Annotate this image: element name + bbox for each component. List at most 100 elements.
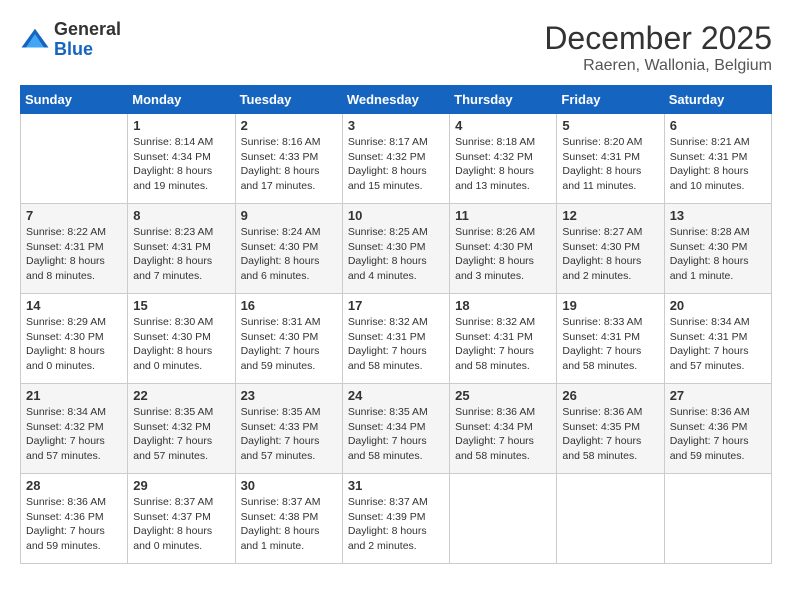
calendar-table: SundayMondayTuesdayWednesdayThursdayFrid…: [20, 85, 772, 564]
day-number: 4: [455, 118, 551, 133]
day-info: Sunrise: 8:17 AM Sunset: 4:32 PM Dayligh…: [348, 135, 444, 194]
weekday-header: Wednesday: [342, 86, 449, 114]
day-number: 29: [133, 478, 229, 493]
day-number: 6: [670, 118, 766, 133]
calendar-cell: 9Sunrise: 8:24 AM Sunset: 4:30 PM Daylig…: [235, 204, 342, 294]
logo-general-text: General: [54, 20, 121, 40]
day-info: Sunrise: 8:25 AM Sunset: 4:30 PM Dayligh…: [348, 225, 444, 284]
day-info: Sunrise: 8:26 AM Sunset: 4:30 PM Dayligh…: [455, 225, 551, 284]
calendar-cell: 2Sunrise: 8:16 AM Sunset: 4:33 PM Daylig…: [235, 114, 342, 204]
day-number: 25: [455, 388, 551, 403]
calendar-week-row: 28 Sunrise: 8:36 AM Sunset: 4:36 PM Dayli…: [21, 474, 772, 564]
day-info: Sunrise: 8:14 AM Sunset: 4:34 PM Dayligh…: [133, 135, 229, 194]
day-info: Sunrise: 8:30 AM Sunset: 4:30 PM Dayligh…: [133, 315, 229, 374]
day-info: Sunrise: 8:28 AM Sunset: 4:30 PM Dayligh…: [670, 225, 766, 284]
calendar-cell: 23 Sunrise: 8:35 AM Sunset: 4:33 PM Dayli…: [235, 384, 342, 474]
calendar-cell: 8 Sunrise: 8:23 AM Sunset: 4:31 PM Daylig…: [128, 204, 235, 294]
calendar-cell: 15 Sunrise: 8:30 AM Sunset: 4:30 PM Dayli…: [128, 294, 235, 384]
calendar-cell: 13 Sunrise: 8:28 AM Sunset: 4:30 PM Dayli…: [664, 204, 771, 294]
logo: General Blue: [20, 20, 121, 60]
day-info: Sunrise: 8:21 AM Sunset: 4:31 PM Dayligh…: [670, 135, 766, 194]
calendar-cell: [557, 474, 664, 564]
day-number: 7: [26, 208, 122, 223]
calendar-cell: 25 Sunrise: 8:36 AM Sunset: 4:34 PM Dayli…: [450, 384, 557, 474]
day-number: 13: [670, 208, 766, 223]
calendar-cell: 19Sunrise: 8:33 AM Sunset: 4:31 PM Dayli…: [557, 294, 664, 384]
calendar-cell: 11Sunrise: 8:26 AM Sunset: 4:30 PM Dayli…: [450, 204, 557, 294]
weekday-header: Friday: [557, 86, 664, 114]
calendar-header-row: SundayMondayTuesdayWednesdayThursdayFrid…: [21, 86, 772, 114]
day-info: Sunrise: 8:36 AM Sunset: 4:36 PM Dayligh…: [670, 405, 766, 464]
day-info: Sunrise: 8:36 AM Sunset: 4:34 PM Dayligh…: [455, 405, 551, 464]
day-info: Sunrise: 8:16 AM Sunset: 4:33 PM Dayligh…: [241, 135, 337, 194]
calendar-cell: 26 Sunrise: 8:36 AM Sunset: 4:35 PM Dayli…: [557, 384, 664, 474]
day-info: Sunrise: 8:35 AM Sunset: 4:32 PM Dayligh…: [133, 405, 229, 464]
day-info: Sunrise: 8:32 AM Sunset: 4:31 PM Dayligh…: [348, 315, 444, 374]
day-number: 30: [241, 478, 337, 493]
day-number: 3: [348, 118, 444, 133]
day-number: 1: [133, 118, 229, 133]
calendar-cell: 27 Sunrise: 8:36 AM Sunset: 4:36 PM Dayli…: [664, 384, 771, 474]
weekday-header: Tuesday: [235, 86, 342, 114]
day-number: 14: [26, 298, 122, 313]
day-info: Sunrise: 8:22 AM Sunset: 4:31 PM Dayligh…: [26, 225, 122, 284]
title-area: December 2025 Raeren, Wallonia, Belgium: [544, 20, 772, 75]
day-number: 19: [562, 298, 658, 313]
calendar-cell: 5 Sunrise: 8:20 AM Sunset: 4:31 PM Daylig…: [557, 114, 664, 204]
weekday-header: Thursday: [450, 86, 557, 114]
day-number: 27: [670, 388, 766, 403]
calendar-week-row: 1 Sunrise: 8:14 AM Sunset: 4:34 PM Daylig…: [21, 114, 772, 204]
calendar-cell: [664, 474, 771, 564]
day-number: 17: [348, 298, 444, 313]
day-number: 15: [133, 298, 229, 313]
day-info: Sunrise: 8:23 AM Sunset: 4:31 PM Dayligh…: [133, 225, 229, 284]
day-number: 22: [133, 388, 229, 403]
calendar-body: 1 Sunrise: 8:14 AM Sunset: 4:34 PM Daylig…: [21, 114, 772, 564]
day-info: Sunrise: 8:34 AM Sunset: 4:31 PM Dayligh…: [670, 315, 766, 374]
day-number: 28: [26, 478, 122, 493]
calendar-cell: 31 Sunrise: 8:37 AM Sunset: 4:39 PM Dayli…: [342, 474, 449, 564]
calendar-week-row: 21Sunrise: 8:34 AM Sunset: 4:32 PM Dayli…: [21, 384, 772, 474]
calendar-cell: 1 Sunrise: 8:14 AM Sunset: 4:34 PM Daylig…: [128, 114, 235, 204]
calendar-cell: 7 Sunrise: 8:22 AM Sunset: 4:31 PM Daylig…: [21, 204, 128, 294]
day-info: Sunrise: 8:32 AM Sunset: 4:31 PM Dayligh…: [455, 315, 551, 374]
day-number: 23: [241, 388, 337, 403]
day-info: Sunrise: 8:31 AM Sunset: 4:30 PM Dayligh…: [241, 315, 337, 374]
calendar-cell: 20Sunrise: 8:34 AM Sunset: 4:31 PM Dayli…: [664, 294, 771, 384]
day-info: Sunrise: 8:37 AM Sunset: 4:37 PM Dayligh…: [133, 495, 229, 554]
calendar-week-row: 14 Sunrise: 8:29 AM Sunset: 4:30 PM Dayli…: [21, 294, 772, 384]
day-info: Sunrise: 8:29 AM Sunset: 4:30 PM Dayligh…: [26, 315, 122, 374]
day-info: Sunrise: 8:36 AM Sunset: 4:36 PM Dayligh…: [26, 495, 122, 554]
day-info: Sunrise: 8:35 AM Sunset: 4:33 PM Dayligh…: [241, 405, 337, 464]
day-number: 8: [133, 208, 229, 223]
day-info: Sunrise: 8:20 AM Sunset: 4:31 PM Dayligh…: [562, 135, 658, 194]
calendar-cell: 18Sunrise: 8:32 AM Sunset: 4:31 PM Dayli…: [450, 294, 557, 384]
calendar-cell: 30 Sunrise: 8:37 AM Sunset: 4:38 PM Dayli…: [235, 474, 342, 564]
weekday-header: Saturday: [664, 86, 771, 114]
calendar-cell: 3 Sunrise: 8:17 AM Sunset: 4:32 PM Daylig…: [342, 114, 449, 204]
calendar-cell: [450, 474, 557, 564]
day-number: 31: [348, 478, 444, 493]
day-info: Sunrise: 8:37 AM Sunset: 4:39 PM Dayligh…: [348, 495, 444, 554]
calendar-cell: 12 Sunrise: 8:27 AM Sunset: 4:30 PM Dayli…: [557, 204, 664, 294]
logo-blue-text: Blue: [54, 40, 121, 60]
calendar-cell: 22 Sunrise: 8:35 AM Sunset: 4:32 PM Dayli…: [128, 384, 235, 474]
calendar-cell: 14 Sunrise: 8:29 AM Sunset: 4:30 PM Dayli…: [21, 294, 128, 384]
day-number: 9: [241, 208, 337, 223]
day-info: Sunrise: 8:34 AM Sunset: 4:32 PM Dayligh…: [26, 405, 122, 464]
weekday-header: Monday: [128, 86, 235, 114]
logo-icon: [20, 25, 50, 55]
calendar-cell: 28 Sunrise: 8:36 AM Sunset: 4:36 PM Dayli…: [21, 474, 128, 564]
calendar-week-row: 7 Sunrise: 8:22 AM Sunset: 4:31 PM Daylig…: [21, 204, 772, 294]
day-info: Sunrise: 8:27 AM Sunset: 4:30 PM Dayligh…: [562, 225, 658, 284]
day-number: 26: [562, 388, 658, 403]
day-number: 5: [562, 118, 658, 133]
calendar-cell: 10Sunrise: 8:25 AM Sunset: 4:30 PM Dayli…: [342, 204, 449, 294]
day-info: Sunrise: 8:36 AM Sunset: 4:35 PM Dayligh…: [562, 405, 658, 464]
weekday-header: Sunday: [21, 86, 128, 114]
day-info: Sunrise: 8:18 AM Sunset: 4:32 PM Dayligh…: [455, 135, 551, 194]
day-number: 12: [562, 208, 658, 223]
calendar-cell: 4 Sunrise: 8:18 AM Sunset: 4:32 PM Daylig…: [450, 114, 557, 204]
calendar-cell: 16Sunrise: 8:31 AM Sunset: 4:30 PM Dayli…: [235, 294, 342, 384]
day-info: Sunrise: 8:37 AM Sunset: 4:38 PM Dayligh…: [241, 495, 337, 554]
